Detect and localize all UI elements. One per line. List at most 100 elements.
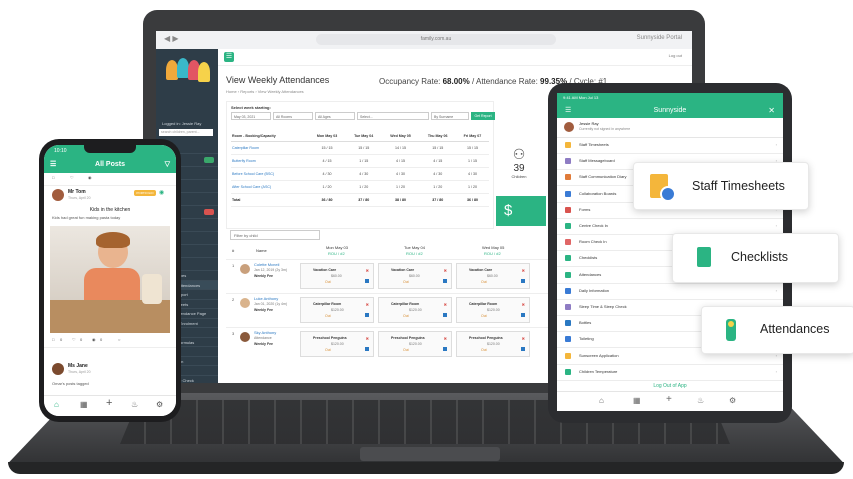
edit-icon[interactable] bbox=[365, 279, 369, 283]
logout-button[interactable]: Log Out of App bbox=[557, 381, 783, 391]
post-photo[interactable] bbox=[50, 226, 170, 333]
remove-icon[interactable]: ✖ bbox=[522, 336, 525, 341]
edit-icon[interactable] bbox=[443, 279, 447, 283]
tablet-close-icon[interactable]: ✕ bbox=[768, 103, 775, 118]
edit-icon[interactable] bbox=[365, 313, 369, 317]
room-name[interactable]: Butterfly Room bbox=[231, 154, 309, 168]
slot-status: Out bbox=[481, 280, 487, 284]
room-name[interactable]: Before School Care (BSC) bbox=[231, 167, 309, 181]
get-report-button[interactable]: Get Report bbox=[471, 112, 495, 120]
week-date-select[interactable]: May 03, 2021 bbox=[231, 112, 271, 120]
table-row: Butterfly Room 4 / 15 1 / 15 4 / 15 4 / 15 1 … bbox=[231, 154, 489, 168]
rooms-select[interactable]: All Rooms bbox=[273, 112, 313, 120]
edit-icon[interactable] bbox=[521, 279, 525, 283]
settings-icon[interactable]: ⚙ bbox=[156, 400, 163, 409]
heart-icon[interactable]: ♡ bbox=[72, 337, 76, 342]
attendance-slot[interactable]: Caterpillar Room $120.00 Out ✖ bbox=[378, 297, 452, 323]
post-author: Ms Jane bbox=[68, 363, 88, 369]
slot-status: Out bbox=[403, 314, 409, 318]
remove-icon[interactable]: ✖ bbox=[366, 268, 369, 273]
edit-icon[interactable] bbox=[365, 347, 369, 351]
menu-item-label: Toileting bbox=[579, 336, 594, 342]
tablet-menu-item[interactable]: Children Temperature › bbox=[557, 364, 783, 381]
comment-icon[interactable]: □ bbox=[52, 175, 54, 180]
share-icon[interactable]: ○ bbox=[118, 337, 120, 342]
room-name[interactable]: Caterpillar Room bbox=[231, 141, 309, 155]
attendance-slot[interactable]: Preschool Penguins $120.00 Out ✖ bbox=[300, 331, 374, 357]
phone-time: 10:10 bbox=[54, 148, 67, 154]
attendance-slot[interactable]: Preschool Penguins $120.00 Out ✖ bbox=[378, 331, 452, 357]
table-row: After School Care (ASC) 1 / 20 1 / 20 1 / 2… bbox=[231, 180, 489, 194]
calendar-icon[interactable]: ▦ bbox=[633, 396, 641, 405]
page-title: View Weekly Attendances bbox=[226, 75, 330, 85]
home-icon[interactable]: ⌂ bbox=[599, 396, 604, 405]
slot-status: Out bbox=[403, 280, 409, 284]
remove-icon[interactable]: ✖ bbox=[444, 336, 447, 341]
edit-icon[interactable] bbox=[521, 313, 525, 317]
sort-select[interactable]: By Surname bbox=[431, 112, 469, 120]
child-name[interactable]: Luke Anthony bbox=[254, 296, 278, 301]
menu-item-label: Sleep Time & Sleep Check bbox=[579, 304, 627, 309]
child-name[interactable]: Sky Anthony bbox=[254, 330, 276, 335]
ages-select[interactable]: All Ages bbox=[315, 112, 355, 120]
filter-child-input[interactable]: Filter by child bbox=[230, 230, 320, 240]
tablet-menu-item[interactable]: Staff Timesheets › bbox=[557, 137, 783, 154]
edit-icon[interactable] bbox=[443, 347, 447, 351]
menu-item-icon bbox=[565, 255, 571, 262]
slot-fee: $120.00 bbox=[331, 342, 344, 346]
fees-tile[interactable]: $ bbox=[496, 196, 546, 226]
add-icon[interactable]: + bbox=[106, 397, 112, 409]
menu-item-label: Staff Communication Diary bbox=[579, 174, 627, 180]
tablet-user-row[interactable]: Jessie Ray Currently not signed in anywh… bbox=[557, 118, 783, 138]
phone-header: ☰ All Posts ▽ bbox=[44, 157, 176, 173]
table-cell: 38 / 80 bbox=[381, 193, 420, 207]
child-select[interactable]: Select... bbox=[357, 112, 429, 120]
remove-icon[interactable]: ✖ bbox=[366, 302, 369, 307]
filter-icon[interactable]: ▽ bbox=[165, 157, 170, 173]
calendar-icon[interactable]: ▦ bbox=[80, 400, 88, 409]
child-name[interactable]: Colette Mcneil bbox=[254, 262, 279, 267]
edit-icon[interactable] bbox=[521, 347, 525, 351]
phone-notch bbox=[84, 145, 136, 153]
lock-icon: ◉ bbox=[159, 190, 165, 196]
attendance-slot[interactable]: Preschool Penguins $120.00 Out ✖ bbox=[456, 331, 530, 357]
attendance-label: / Attendance Rate: bbox=[471, 77, 538, 86]
phone-menu-icon[interactable]: ☰ bbox=[50, 157, 56, 173]
remove-icon[interactable]: ✖ bbox=[522, 268, 525, 273]
bell-icon[interactable]: ♨ bbox=[697, 396, 704, 405]
attendance-slot[interactable]: Vacation Care $60.00 Out ✖ bbox=[456, 263, 530, 289]
settings-icon[interactable]: ⚙ bbox=[729, 396, 736, 405]
menu-item-label: Staff Messageboard bbox=[579, 158, 615, 164]
remove-icon[interactable]: ✖ bbox=[522, 302, 525, 307]
tablet-menu-item[interactable]: Daily Information › bbox=[557, 283, 783, 300]
table-cell: 15 / 15 bbox=[455, 141, 489, 155]
tablet-menu-icon[interactable]: ☰ bbox=[565, 103, 571, 118]
child-figure-icon: ⚇ bbox=[512, 146, 526, 162]
attendance-slot[interactable]: Caterpillar Room $120.00 Out ✖ bbox=[456, 297, 530, 323]
remove-icon[interactable]: ✖ bbox=[444, 302, 447, 307]
attendance-slot[interactable]: Vacation Care $60.00 Out ✖ bbox=[300, 263, 374, 289]
weekly-column-header: Fri May 07 bbox=[455, 130, 489, 142]
room-name[interactable]: After School Care (ASC) bbox=[231, 180, 309, 194]
menu-item-icon bbox=[565, 287, 571, 294]
edit-icon[interactable] bbox=[443, 313, 447, 317]
slot-room: Preschool Penguins bbox=[391, 336, 425, 340]
table-cell: 4 / 30 bbox=[455, 167, 489, 181]
attendance-slot[interactable]: Caterpillar Room $120.00 Out ✖ bbox=[300, 297, 374, 323]
bell-icon[interactable]: ♨ bbox=[131, 400, 138, 409]
heart-icon[interactable]: ♡ bbox=[70, 175, 74, 180]
attendance-slot[interactable]: Vacation Care $60.00 Out ✖ bbox=[378, 263, 452, 289]
breadcrumb[interactable]: Home › Reports › View Weekly Attendances bbox=[226, 89, 304, 94]
menu-item-icon bbox=[565, 352, 571, 359]
views-icon: ◉ bbox=[92, 337, 96, 342]
menu-item-label: Collaboration Boards bbox=[579, 190, 617, 196]
menu-item-icon bbox=[565, 142, 571, 148]
phone-post-actions: □ 0 ♡ 0 ◉ 0 ○ bbox=[44, 337, 176, 348]
remove-icon[interactable]: ✖ bbox=[366, 336, 369, 341]
att-col-num: # bbox=[232, 248, 235, 253]
home-icon[interactable]: ⌂ bbox=[54, 400, 59, 409]
slot-room: Caterpillar Room bbox=[469, 302, 498, 306]
add-icon[interactable]: + bbox=[666, 394, 672, 405]
comment-icon[interactable]: □ bbox=[52, 337, 54, 342]
remove-icon[interactable]: ✖ bbox=[444, 268, 447, 273]
